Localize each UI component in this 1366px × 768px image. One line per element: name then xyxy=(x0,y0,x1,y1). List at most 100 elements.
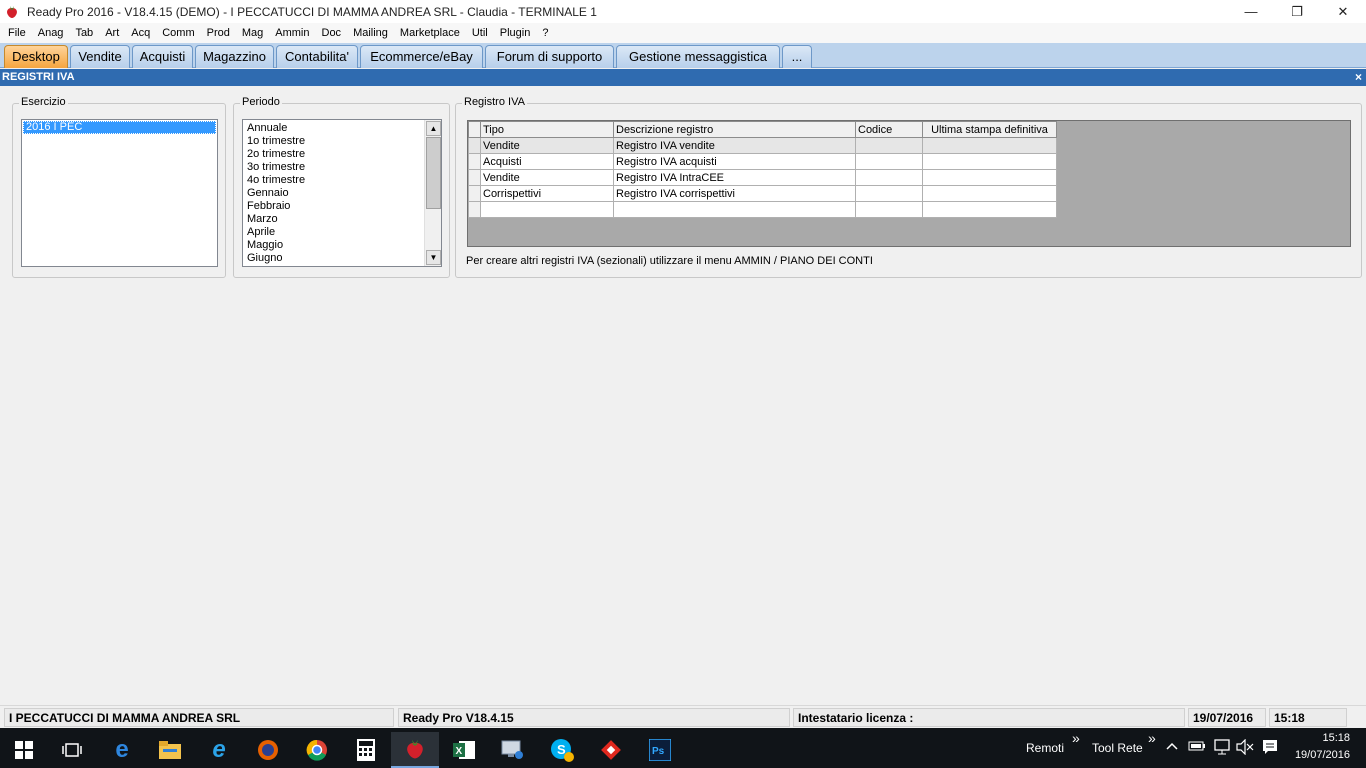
table-row[interactable]: Corrispettivi Registro IVA corrispettivi xyxy=(468,185,1057,202)
menu-mag[interactable]: Mag xyxy=(236,23,269,43)
photoshop-icon[interactable]: Ps xyxy=(636,732,684,768)
periodo-item-3trim[interactable]: 3o trimestre xyxy=(245,161,441,174)
periodo-item-aprile[interactable]: Aprile xyxy=(245,226,441,239)
taskbar-clock[interactable]: 15:18 19/07/2016 xyxy=(1295,730,1350,764)
table-row[interactable]: Acquisti Registro IVA acquisti xyxy=(468,153,1057,170)
cell-descrizione[interactable] xyxy=(613,201,856,218)
periodo-item-febbraio[interactable]: Febbraio xyxy=(245,200,441,213)
tray-overflow-icon[interactable] xyxy=(1166,740,1178,754)
menu-doc[interactable]: Doc xyxy=(316,23,348,43)
periodo-item-2trim[interactable]: 2o trimestre xyxy=(245,148,441,161)
menu-prod[interactable]: Prod xyxy=(201,23,236,43)
tab-messaggistica[interactable]: Gestione messaggistica xyxy=(616,45,780,68)
table-row[interactable]: Vendite Registro IVA IntraCEE xyxy=(468,169,1057,186)
chrome-icon[interactable] xyxy=(293,732,341,768)
toolbar-remoti[interactable]: Remoti xyxy=(1026,728,1064,768)
tab-acquisti[interactable]: Acquisti xyxy=(132,45,193,68)
periodo-item-1trim[interactable]: 1o trimestre xyxy=(245,135,441,148)
anydesk-icon[interactable] xyxy=(587,732,635,768)
internet-explorer-icon[interactable]: e xyxy=(195,732,243,768)
remote-desktop-icon[interactable] xyxy=(489,732,537,768)
tab-more[interactable]: ... xyxy=(782,45,812,68)
network-icon[interactable] xyxy=(1212,739,1232,758)
periodo-item-annuale[interactable]: Annuale xyxy=(245,122,441,135)
row-indicator[interactable] xyxy=(468,137,481,154)
cell-tipo[interactable] xyxy=(480,201,614,218)
action-center-icon[interactable] xyxy=(1262,739,1278,758)
menu-util[interactable]: Util xyxy=(466,23,494,43)
cell-codice[interactable] xyxy=(855,153,923,170)
cell-descrizione[interactable]: Registro IVA vendite xyxy=(613,137,856,154)
menu-plugin[interactable]: Plugin xyxy=(494,23,537,43)
tab-desktop[interactable]: Desktop xyxy=(4,45,68,68)
cell-codice[interactable] xyxy=(855,137,923,154)
cell-codice[interactable] xyxy=(855,201,923,218)
row-indicator[interactable] xyxy=(468,201,481,218)
task-view-icon[interactable] xyxy=(48,732,96,768)
periodo-item-giugno[interactable]: Giugno xyxy=(245,252,441,265)
excel-icon[interactable]: X xyxy=(440,732,488,768)
readypro-icon[interactable] xyxy=(391,732,439,768)
esercizio-listbox[interactable]: 2016 I PEC xyxy=(21,119,218,267)
periodo-item-maggio[interactable]: Maggio xyxy=(245,239,441,252)
column-header-ultima-stampa[interactable]: Ultima stampa definitiva xyxy=(922,121,1057,138)
column-header-codice[interactable]: Codice xyxy=(855,121,923,138)
menu-file[interactable]: File xyxy=(2,23,32,43)
cell-descrizione[interactable]: Registro IVA corrispettivi xyxy=(613,185,856,202)
cell-descrizione[interactable]: Registro IVA IntraCEE xyxy=(613,169,856,186)
skype-icon[interactable]: S xyxy=(538,732,586,768)
row-indicator[interactable] xyxy=(468,185,481,202)
start-icon[interactable] xyxy=(0,732,48,768)
calculator-icon[interactable] xyxy=(342,732,390,768)
table-row[interactable]: Vendite Registro IVA vendite xyxy=(468,137,1057,154)
scroll-thumb[interactable] xyxy=(426,137,441,209)
row-indicator[interactable] xyxy=(468,153,481,170)
menu-anag[interactable]: Anag xyxy=(32,23,70,43)
maximize-button[interactable]: ❐ xyxy=(1274,0,1320,23)
tab-vendite[interactable]: Vendite xyxy=(70,45,130,68)
cell-tipo[interactable]: Acquisti xyxy=(480,153,614,170)
panel-close-button[interactable]: × xyxy=(1355,69,1362,86)
column-header-tipo[interactable]: Tipo xyxy=(480,121,614,138)
cell-descrizione[interactable]: Registro IVA acquisti xyxy=(613,153,856,170)
menu-art[interactable]: Art xyxy=(99,23,125,43)
cell-tipo[interactable]: Corrispettivi xyxy=(480,185,614,202)
cell-tipo[interactable]: Vendite xyxy=(480,137,614,154)
cell-ultima-stampa[interactable] xyxy=(922,153,1057,170)
cell-tipo[interactable]: Vendite xyxy=(480,169,614,186)
menu-comm[interactable]: Comm xyxy=(156,23,200,43)
volume-mute-icon[interactable] xyxy=(1236,738,1254,758)
tab-magazzino[interactable]: Magazzino xyxy=(195,45,274,68)
cell-ultima-stampa[interactable] xyxy=(922,137,1057,154)
toolbar-remoti-chevron[interactable]: » xyxy=(1072,730,1080,746)
firefox-icon[interactable] xyxy=(244,732,292,768)
periodo-item-marzo[interactable]: Marzo xyxy=(245,213,441,226)
toolbar-tool-rete[interactable]: Tool Rete xyxy=(1092,728,1143,768)
cell-ultima-stampa[interactable] xyxy=(922,185,1057,202)
cell-ultima-stampa[interactable] xyxy=(922,169,1057,186)
periodo-item-4trim[interactable]: 4o trimestre xyxy=(245,174,441,187)
tab-ecommerce[interactable]: Ecommerce/eBay xyxy=(360,45,483,68)
periodo-listbox[interactable]: Annuale 1o trimestre 2o trimestre 3o tri… xyxy=(242,119,442,267)
file-explorer-icon[interactable] xyxy=(146,732,194,768)
menu-marketplace[interactable]: Marketplace xyxy=(394,23,466,43)
column-header-descrizione[interactable]: Descrizione registro xyxy=(613,121,856,138)
minimize-button[interactable]: — xyxy=(1228,0,1274,23)
tab-contabilita[interactable]: Contabilita' xyxy=(276,45,358,68)
scroll-up-button[interactable]: ▲ xyxy=(426,121,441,136)
table-row-new[interactable] xyxy=(468,201,1057,218)
menu-mailing[interactable]: Mailing xyxy=(347,23,394,43)
menu-tab[interactable]: Tab xyxy=(69,23,99,43)
periodo-scrollbar[interactable]: ▲ ▼ xyxy=(424,120,441,266)
tab-forum[interactable]: Forum di supporto xyxy=(485,45,614,68)
cell-ultima-stampa[interactable] xyxy=(922,201,1057,218)
cell-codice[interactable] xyxy=(855,169,923,186)
menu-ammin[interactable]: Ammin xyxy=(269,23,315,43)
toolbar-tool-rete-chevron[interactable]: » xyxy=(1148,730,1156,746)
battery-icon[interactable] xyxy=(1188,740,1206,755)
menu-acq[interactable]: Acq xyxy=(125,23,156,43)
esercizio-item[interactable]: 2016 I PEC xyxy=(23,121,216,134)
periodo-item-gennaio[interactable]: Gennaio xyxy=(245,187,441,200)
close-button[interactable]: ✕ xyxy=(1320,0,1366,23)
edge-icon[interactable]: e xyxy=(98,732,146,768)
